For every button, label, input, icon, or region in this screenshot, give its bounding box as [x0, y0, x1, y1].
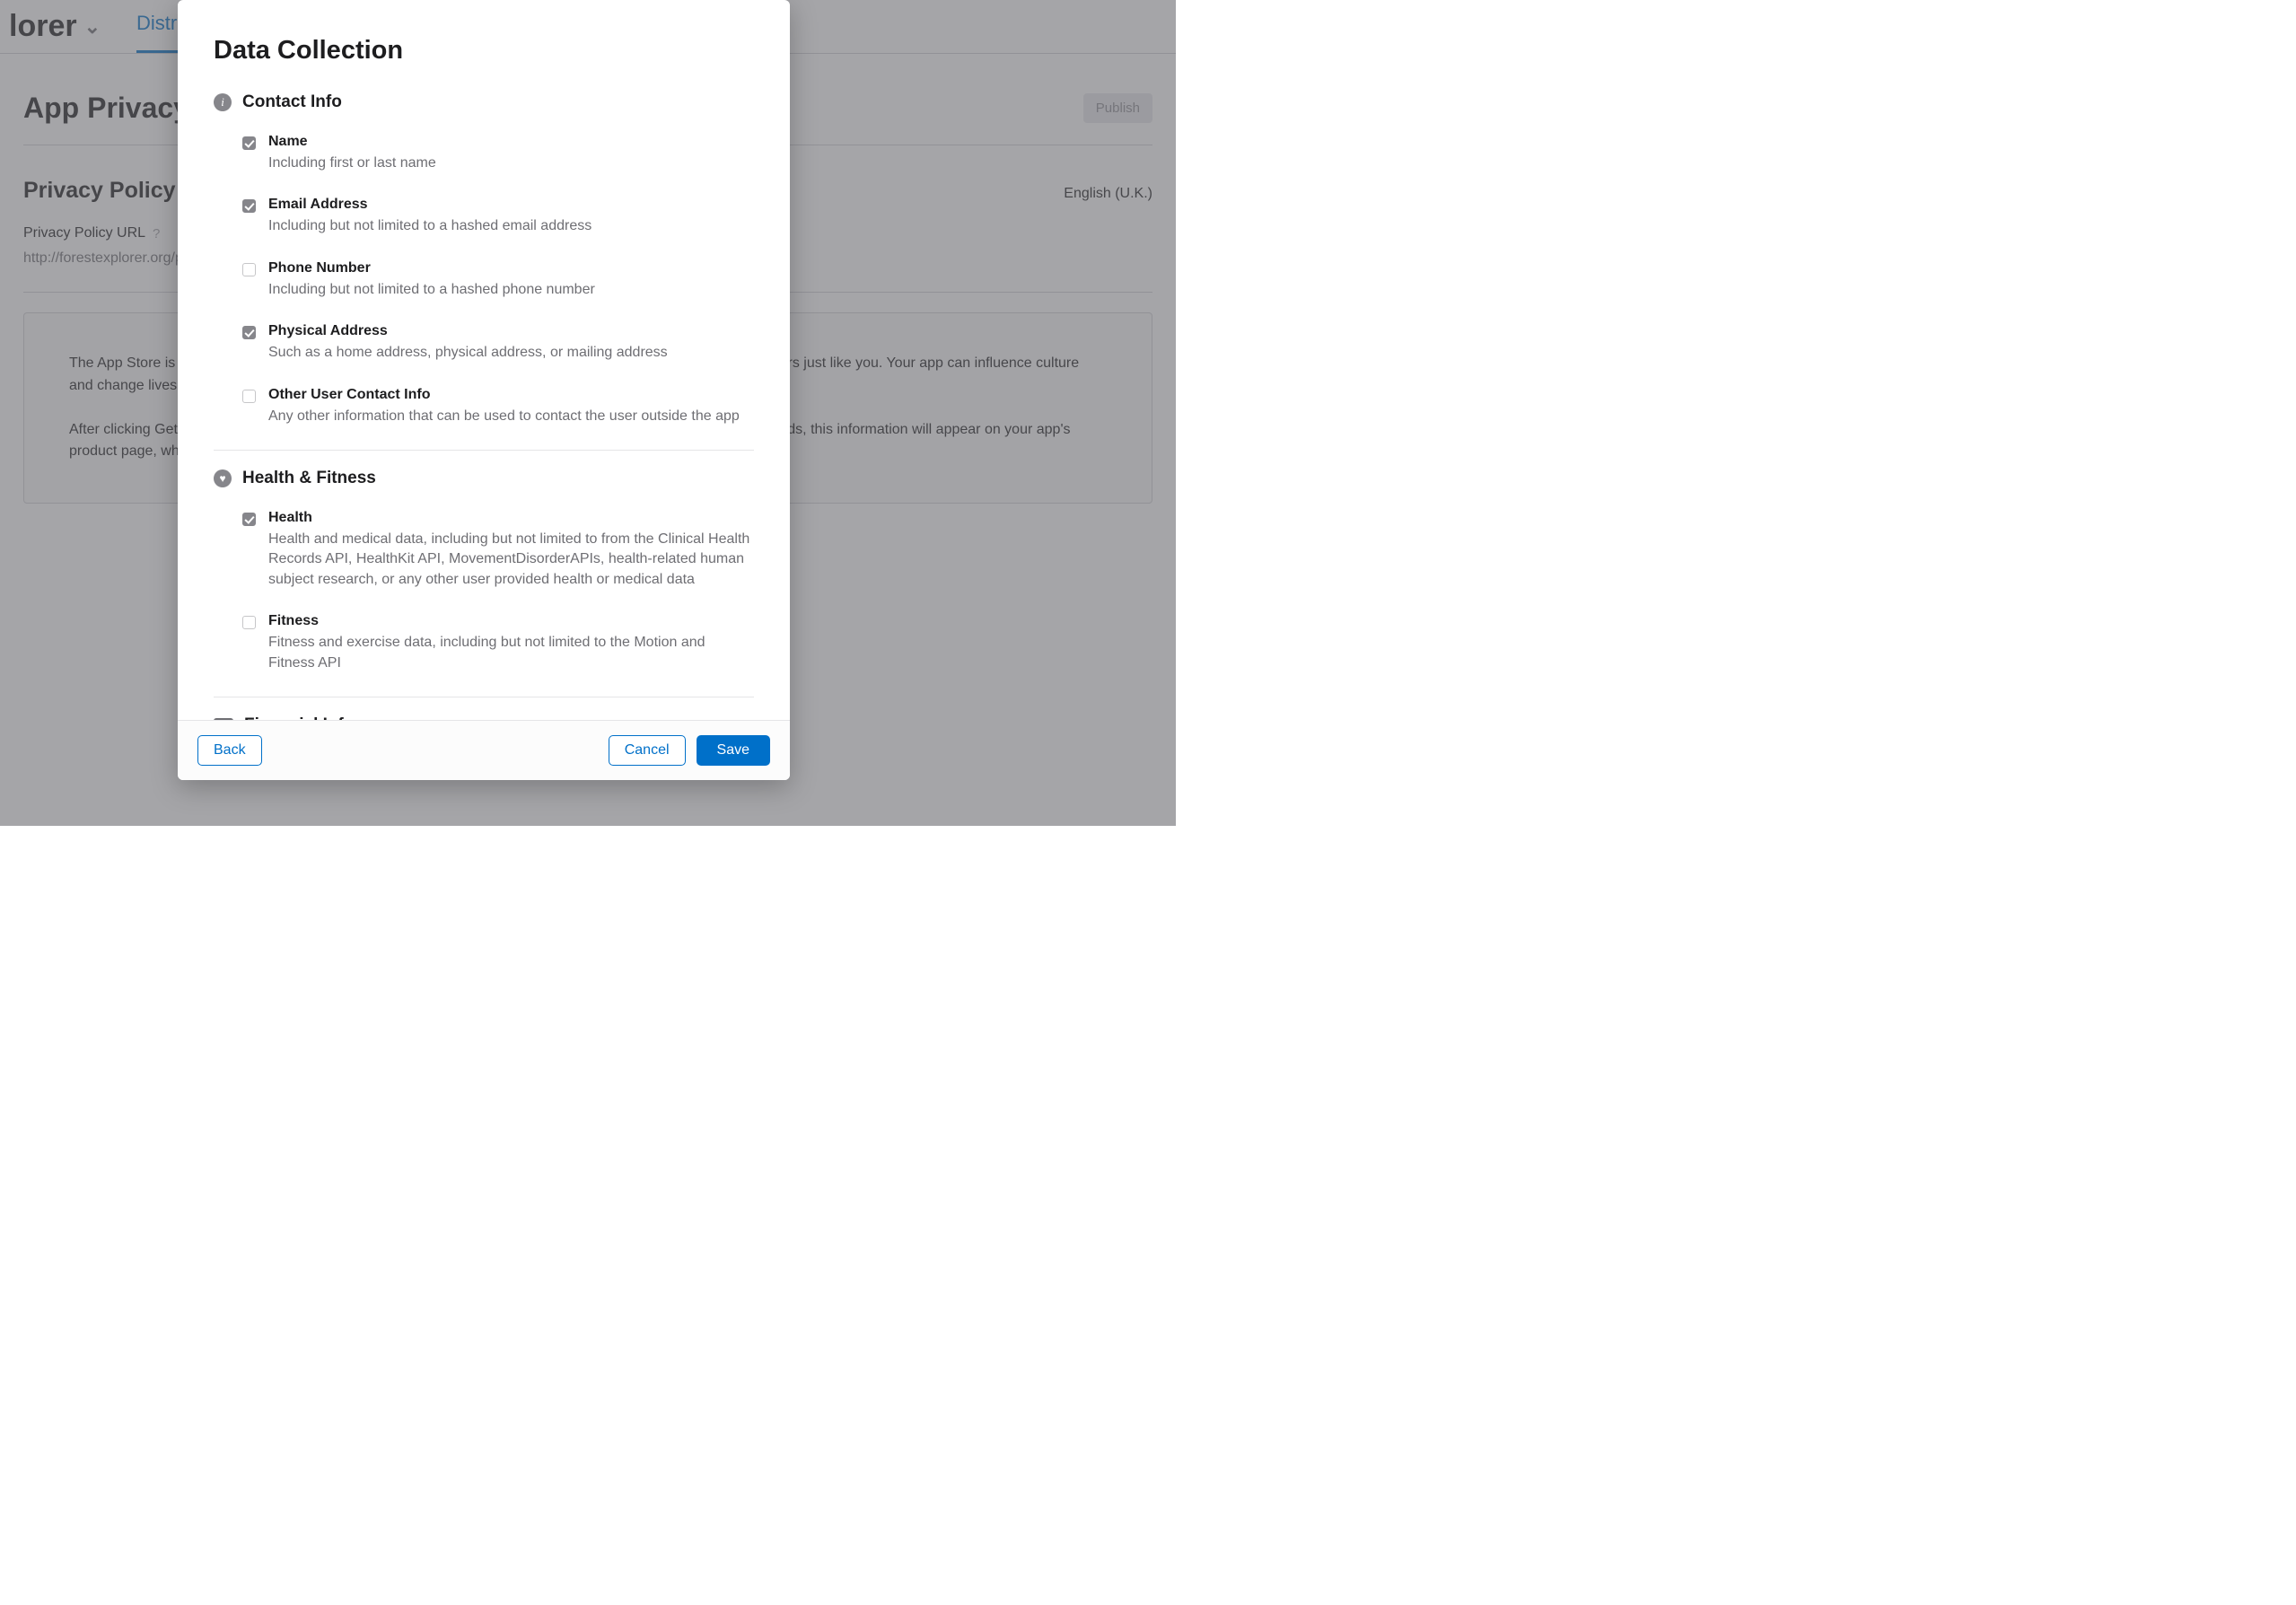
item-label: Phone Number: [268, 260, 595, 276]
item-desc: Including first or last name: [268, 153, 436, 173]
modal-footer: Back Cancel Save: [178, 720, 790, 780]
item-label: Name: [268, 134, 436, 150]
item-desc: Including but not limited to a hashed em…: [268, 216, 592, 236]
item-label: Fitness: [268, 613, 754, 629]
section-header-health: ♥ Health & Fitness: [214, 469, 754, 488]
heart-icon: ♥: [214, 469, 232, 487]
item-desc: Fitness and exercise data, including but…: [268, 633, 754, 673]
back-button[interactable]: Back: [197, 735, 262, 766]
checkbox-name[interactable]: [242, 136, 256, 150]
cancel-button[interactable]: Cancel: [609, 735, 686, 766]
data-type-item: Name Including first or last name: [242, 125, 754, 188]
section-items: Health Health and medical data, includin…: [214, 501, 754, 688]
checkbox-fitness[interactable]: [242, 616, 256, 629]
item-desc: Health and medical data, including but n…: [268, 530, 754, 590]
data-type-item: Phone Number Including but not limited t…: [242, 251, 754, 314]
save-button[interactable]: Save: [697, 735, 770, 766]
section-title: Contact Info: [242, 92, 342, 112]
section-divider: [214, 450, 754, 451]
data-collection-modal: Data Collection i Contact Info Name Incl…: [178, 0, 790, 780]
item-label: Health: [268, 510, 754, 526]
checkbox-other-contact[interactable]: [242, 390, 256, 403]
section-title: Health & Fitness: [242, 469, 376, 488]
section-items: Name Including first or last name Email …: [214, 125, 754, 441]
modal-body: Data Collection i Contact Info Name Incl…: [178, 0, 790, 720]
item-label: Other User Contact Info: [268, 387, 740, 403]
checkbox-phone[interactable]: [242, 263, 256, 276]
data-type-item: Fitness Fitness and exercise data, inclu…: [242, 604, 754, 688]
data-type-item: Physical Address Such as a home address,…: [242, 314, 754, 377]
checkbox-health[interactable]: [242, 513, 256, 526]
data-type-item: Email Address Including but not limited …: [242, 188, 754, 250]
checkbox-address[interactable]: [242, 326, 256, 339]
item-desc: Including but not limited to a hashed ph…: [268, 280, 595, 300]
modal-title: Data Collection: [214, 36, 754, 66]
item-desc: Any other information that can be used t…: [268, 407, 740, 426]
checkbox-email[interactable]: [242, 199, 256, 213]
data-type-item: Health Health and medical data, includin…: [242, 501, 754, 604]
data-type-item: Other User Contact Info Any other inform…: [242, 378, 754, 441]
info-icon: i: [214, 93, 232, 111]
section-header-contact: i Contact Info: [214, 92, 754, 112]
item-desc: Such as a home address, physical address…: [268, 343, 668, 363]
item-label: Email Address: [268, 197, 592, 213]
item-label: Physical Address: [268, 323, 668, 339]
credit-card-icon: [214, 718, 233, 720]
